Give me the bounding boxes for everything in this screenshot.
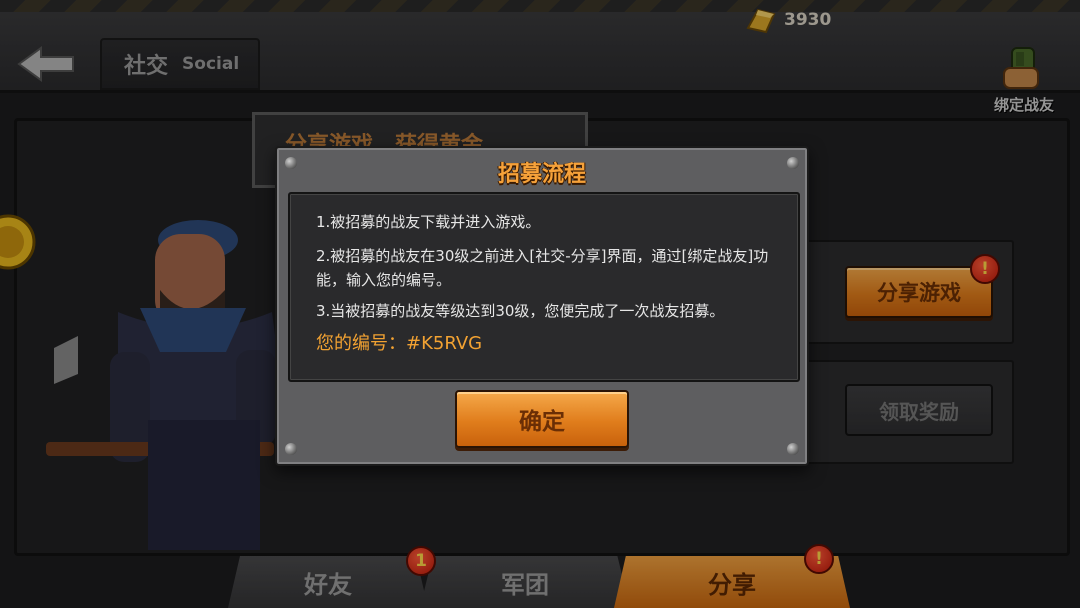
dialog-title: 招募流程 (497, 162, 586, 187)
rivet-icon (787, 443, 799, 455)
instruction-line-3: 3.当被招募的战友等级达到30级，您便完成了一次战友招募。 (316, 302, 725, 320)
instruction-line-2: 2.被招募的战友在30级之前进入[社交-分享]界面，通过[绑定战友]功能，输入您… (316, 247, 769, 289)
recruit-process-dialog: 招募流程 1.被招募的战友下载并进入游戏。 2.被招募的战友在30级之前进入[社… (275, 146, 809, 466)
player-code: 您的编号：#K5RVG (316, 333, 483, 354)
confirm-button[interactable]: 确定 (455, 390, 629, 448)
confirm-label: 确定 (519, 409, 565, 435)
dialog-body: 1.被招募的战友下载并进入游戏。 2.被招募的战友在30级之前进入[社交-分享]… (288, 192, 800, 382)
rivet-icon (285, 443, 297, 455)
instruction-line-1: 1.被招募的战友下载并进入游戏。 (316, 213, 541, 231)
